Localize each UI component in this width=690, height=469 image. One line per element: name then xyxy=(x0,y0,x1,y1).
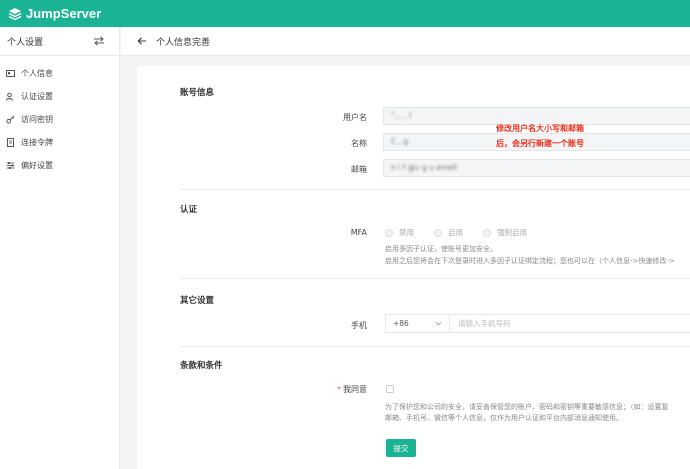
phone-label: 手机 xyxy=(351,321,367,330)
top-bar: JumpServer xyxy=(0,0,690,27)
mfa-option-enable[interactable]: 启用 xyxy=(434,227,463,238)
annotation-line-2: 后，会另行新建一个账号 xyxy=(496,139,584,148)
mfa-radio-group: 禁用 启用 强制启用 xyxy=(385,227,547,238)
mfa-option-label: 禁用 xyxy=(399,228,414,237)
key-icon xyxy=(6,115,15,124)
mfa-label: MFA xyxy=(350,228,367,237)
section-title-account: 账号信息 xyxy=(180,88,215,98)
annotation-line-1: 修改用户名大小写和邮箱 xyxy=(496,124,584,133)
terms-text-1: 为了保护您和公司的安全，请妥善保管您的账户、密码和密钥等重要敏感信息；（如：设置… xyxy=(385,403,669,411)
name-label: 名称 xyxy=(351,139,367,148)
section-divider xyxy=(180,346,690,347)
mfa-help-text-1: 启用多因子认证，使账号更加安全。 xyxy=(385,245,497,253)
section-divider xyxy=(180,278,690,279)
email-value: n l f @v g u emell xyxy=(391,163,457,172)
section-title-other: 其它设置 xyxy=(180,296,215,306)
sidebar-item-label: 连接令牌 xyxy=(21,138,53,147)
agree-checkbox[interactable] xyxy=(386,385,394,393)
section-divider xyxy=(180,189,690,190)
section-title-terms: 条款和条件 xyxy=(180,361,223,371)
collapse-toggle-icon[interactable] xyxy=(93,36,105,46)
profile-form-card: 账号信息 用户名 "… , l 名称 C , g 邮箱 n l f @v g u… xyxy=(137,66,690,469)
phone-input[interactable]: 请输入手机号码 xyxy=(450,314,690,333)
sidebar-item-profile[interactable]: 个人信息 xyxy=(0,62,119,85)
radio-circle xyxy=(483,228,491,237)
jumpserver-logo-icon[interactable] xyxy=(8,7,22,21)
name-value: C , g xyxy=(391,137,409,146)
sidebar-header: 个人设置 xyxy=(0,27,119,56)
radio-circle xyxy=(434,228,442,237)
required-marker: * xyxy=(337,385,341,394)
agree-label-text: 我同意 xyxy=(343,385,367,394)
sliders-icon xyxy=(6,162,15,169)
token-icon xyxy=(7,138,14,147)
mfa-option-disable[interactable]: 禁用 xyxy=(385,227,414,238)
section-title-auth: 认证 xyxy=(180,205,198,215)
phone-placeholder: 请输入手机号码 xyxy=(458,319,511,328)
page-title: 个人信息完善 xyxy=(156,37,211,48)
back-arrow-icon[interactable] xyxy=(137,36,147,46)
username-label: 用户名 xyxy=(343,113,367,122)
sidebar-item-label: 认证设置 xyxy=(21,92,53,101)
id-card-icon xyxy=(6,70,15,77)
sidebar: 个人设置 个人信息 认证设置 访问密钥 连接令牌 偏好设置 xyxy=(0,27,120,469)
user-shield-icon xyxy=(6,92,13,101)
terms-text-2: 邮箱、手机号、微信等个人信息，仅作为用户认证和平台内部消息通知使用。 xyxy=(385,414,623,422)
sidebar-item-auth-settings[interactable]: 认证设置 xyxy=(0,85,119,108)
agree-label: * 我同意 xyxy=(137,384,367,395)
sidebar-item-preferences[interactable]: 偏好设置 xyxy=(0,154,119,177)
email-label: 邮箱 xyxy=(351,165,367,174)
sidebar-item-label: 访问密钥 xyxy=(21,115,53,124)
page-header: 个人信息完善 xyxy=(121,27,690,56)
sidebar-item-access-keys[interactable]: 访问密钥 xyxy=(0,108,119,131)
phone-prefix-value: +86 xyxy=(393,319,409,328)
sidebar-item-label: 偏好设置 xyxy=(21,161,53,170)
radio-circle xyxy=(385,228,393,237)
phone-country-select[interactable]: +86 xyxy=(385,314,450,333)
sidebar-item-connection-tokens[interactable]: 连接令牌 xyxy=(0,131,119,154)
mfa-option-label: 启用 xyxy=(448,228,463,237)
submit-button[interactable]: 提交 xyxy=(386,439,416,457)
chevron-down-icon xyxy=(435,321,442,326)
mfa-help-text-2: 启用之后您将会在下次登录时进入多因子认证绑定流程；您也可以在（个人信息->快速修… xyxy=(385,257,675,265)
username-value: "… , l xyxy=(391,111,412,120)
sidebar-menu: 个人信息 认证设置 访问密钥 连接令牌 偏好设置 xyxy=(0,56,119,177)
sidebar-item-label: 个人信息 xyxy=(21,69,53,78)
annotation-note: 修改用户名大小写和邮箱 后，会另行新建一个账号 xyxy=(496,121,584,151)
mfa-option-label: 强制启用 xyxy=(497,228,527,237)
sidebar-title: 个人设置 xyxy=(7,37,44,48)
brand-name[interactable]: JumpServer xyxy=(26,6,101,21)
email-field[interactable]: n l f @v g u emell xyxy=(383,159,690,177)
mfa-option-force[interactable]: 强制启用 xyxy=(483,227,527,238)
